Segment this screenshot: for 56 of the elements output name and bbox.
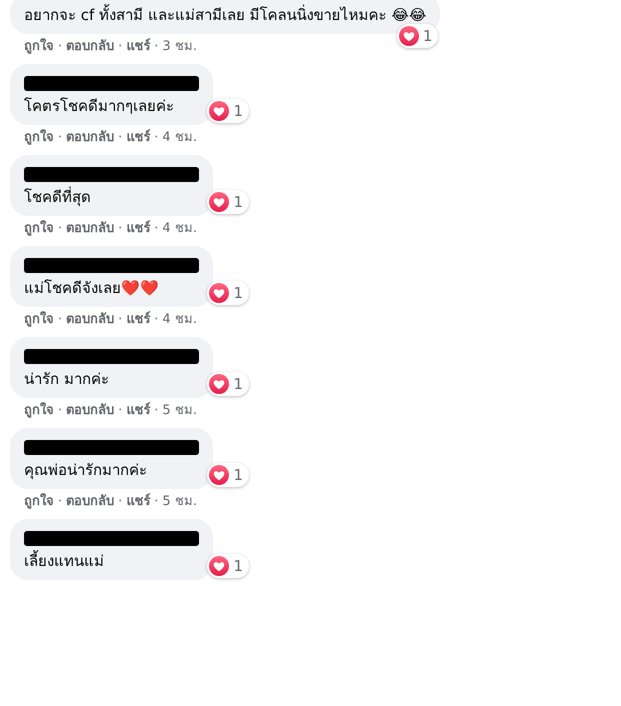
action-link[interactable]: ถูกใจ xyxy=(24,220,54,238)
action-link[interactable]: ตอบกลับ xyxy=(66,493,114,511)
timestamp[interactable]: 3 ชม. xyxy=(162,38,197,56)
action-link[interactable]: แชร์ xyxy=(126,129,150,147)
comment-text: เลี้ยงแทนแม่ xyxy=(24,549,104,572)
separator-dot: · xyxy=(58,38,62,56)
timestamp[interactable]: 4 ชม. xyxy=(162,311,197,329)
comment-text: โคตรโชคดีมากๆเลยค่ะ xyxy=(24,96,174,117)
action-link[interactable]: ถูกใจ xyxy=(24,402,54,420)
separator-dot: · xyxy=(118,311,122,329)
separator-dot: · xyxy=(154,129,158,147)
reaction-badge[interactable]: 1 xyxy=(207,190,249,214)
reaction-badge[interactable]: 1 xyxy=(207,99,249,123)
action-link[interactable]: ถูกใจ xyxy=(24,38,54,56)
separator-dot: · xyxy=(118,402,122,420)
separator-dot: · xyxy=(118,220,122,238)
separator-dot: · xyxy=(154,38,158,56)
comment-text: น่ารัก มากค่ะ xyxy=(24,369,109,390)
timestamp[interactable]: 5 ชม. xyxy=(162,493,197,511)
action-link[interactable]: แชร์ xyxy=(126,38,150,56)
action-link[interactable]: ตอบกลับ xyxy=(66,311,114,329)
separator-dot: · xyxy=(118,493,122,511)
action-link[interactable]: แชร์ xyxy=(126,493,150,511)
separator-dot: · xyxy=(58,493,62,511)
separator-dot: · xyxy=(58,220,62,238)
comment-text: อยากจะ cf ทั้งสามี และแม่สามีเลย มีโคลนนิ่งขายไหมคะ 😂😂 xyxy=(24,3,426,26)
separator-dot: · xyxy=(58,129,62,147)
separator-dot: · xyxy=(118,38,122,56)
reaction-badge[interactable]: 1 xyxy=(396,24,438,48)
timestamp[interactable]: 5 ชม. xyxy=(162,402,197,420)
separator-dot: · xyxy=(154,493,158,511)
comment-text: คุณพ่อน่ารักมากค่ะ xyxy=(24,460,147,482)
separator-dot: · xyxy=(58,402,62,420)
reaction-badge[interactable]: 1 xyxy=(207,372,249,396)
comment-text: โชคดีที่สุด xyxy=(24,186,91,208)
reaction-badge[interactable]: 1 xyxy=(207,463,249,487)
reaction-badge[interactable]: 1 xyxy=(207,281,249,305)
separator-dot: · xyxy=(154,402,158,420)
separator-dot: · xyxy=(154,311,158,329)
action-link[interactable]: ตอบกลับ xyxy=(66,129,114,147)
action-link[interactable]: ถูกใจ xyxy=(24,129,54,147)
timestamp[interactable]: 4 ชม. xyxy=(162,129,197,147)
separator-dot: · xyxy=(58,311,62,329)
timestamp[interactable]: 4 ชม. xyxy=(162,220,197,238)
reaction-badge[interactable]: 1 xyxy=(207,554,249,578)
action-link[interactable]: แชร์ xyxy=(126,220,150,238)
comment-text: แม่โชคดีจังเลย❤❤ xyxy=(24,278,159,299)
separator-dot: · xyxy=(118,129,122,147)
action-link[interactable]: ถูกใจ xyxy=(24,311,54,329)
action-link[interactable]: แชร์ xyxy=(126,402,150,420)
action-link[interactable]: ตอบกลับ xyxy=(66,220,114,238)
action-link[interactable]: ตอบกลับ xyxy=(66,38,114,56)
action-link[interactable]: แชร์ xyxy=(126,311,150,329)
action-link[interactable]: ตอบกลับ xyxy=(66,402,114,420)
separator-dot: · xyxy=(154,220,158,238)
action-link[interactable]: ถูกใจ xyxy=(24,493,54,511)
